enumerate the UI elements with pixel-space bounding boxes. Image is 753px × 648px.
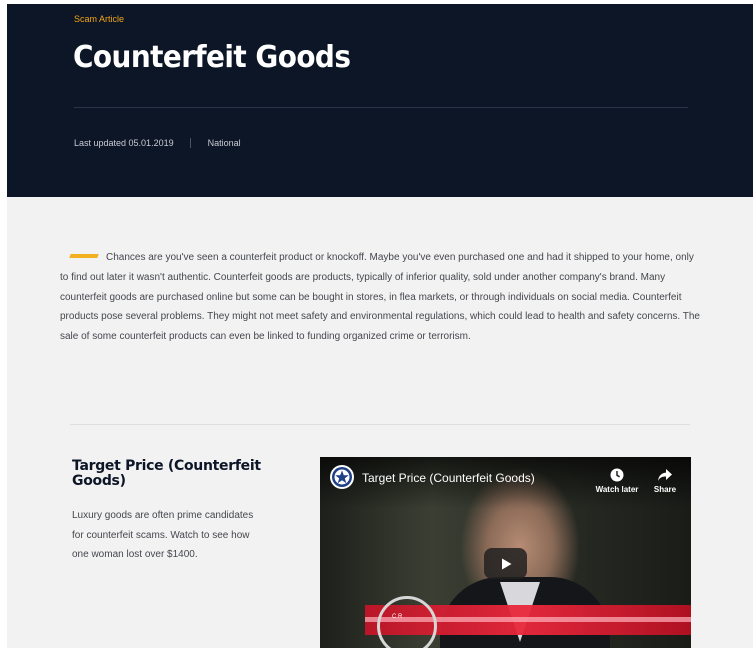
article-hero: Scam Article Counterfeit Goods Last upda…: [7, 4, 753, 197]
region-label: National: [207, 138, 241, 148]
intro-paragraph: Chances are you've seen a counterfeit pr…: [60, 248, 700, 347]
video-section-description: Luxury goods are often prime candidates …: [72, 510, 254, 560]
watch-later-label: Watch later: [595, 485, 639, 494]
share-arrow-icon: [658, 469, 672, 481]
play-button[interactable]: [484, 548, 527, 579]
video-section-title: Target Price (Counterfeit Goods): [72, 458, 261, 489]
play-icon: [501, 558, 511, 569]
hero-divider: [74, 107, 688, 108]
share-button[interactable]: Share: [638, 467, 691, 494]
overlay-text: C R: [392, 614, 403, 620]
ring-graphic: [377, 596, 437, 648]
page-title: Counterfeit Goods: [73, 40, 351, 75]
star-seal-icon[interactable]: [330, 465, 354, 489]
clock-icon: [610, 468, 624, 482]
watch-later-button[interactable]: Watch later: [590, 467, 644, 494]
article-meta: Last updated 05.01.2019 National: [74, 138, 241, 148]
intro-text: Chances are you've seen a counterfeit pr…: [60, 252, 700, 343]
share-label: Share: [653, 485, 677, 494]
last-updated: Last updated 05.01.2019: [74, 138, 174, 148]
player-video-title[interactable]: Target Price (Counterfeit Goods): [362, 471, 535, 485]
video-player[interactable]: C R Target Price (Counterfeit Goods) Wat…: [320, 457, 691, 648]
category-link[interactable]: Scam Article: [74, 14, 124, 24]
accent-bar: [69, 254, 99, 259]
page: Scam Article Counterfeit Goods Last upda…: [7, 4, 753, 648]
section-divider: [70, 424, 690, 425]
meta-separator: [189, 138, 191, 148]
